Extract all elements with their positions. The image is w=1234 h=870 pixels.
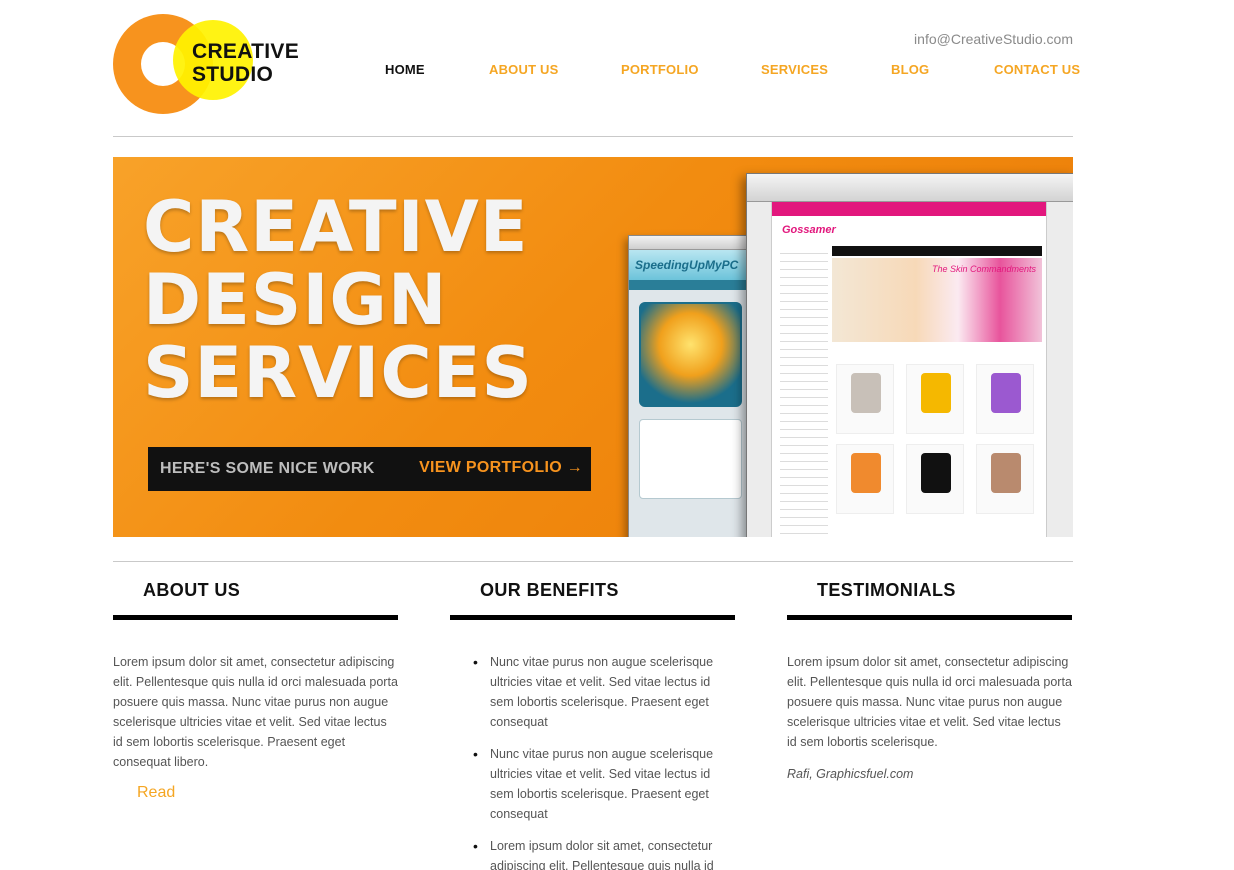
browser-toolbar: [629, 236, 752, 250]
testimonials-column: TESTIMONIALS Lorem ipsum dolor sit amet,…: [787, 580, 1072, 784]
view-portfolio-link[interactable]: VIEW PORTFOLIO →: [419, 459, 583, 477]
mock-shop-banner-text: The Skin Commandments: [931, 264, 1036, 274]
nav-item-about-us[interactable]: ABOUT US: [489, 62, 559, 77]
heading-underline: [450, 615, 735, 620]
about-us-column: ABOUT US Lorem ipsum dolor sit amet, con…: [113, 580, 398, 802]
header-divider: [113, 136, 1073, 137]
logo-text: CREATIVE STUDIO: [192, 40, 299, 86]
portfolio-screenshot-small: SpeedingUpMyPC: [628, 235, 753, 537]
hero-headline: CREATIVE DESIGN SERVICES: [143, 191, 533, 410]
main-nav: HOME ABOUT US PORTFOLIO SERVICES BLOG CO…: [385, 62, 1080, 78]
nav-item-blog[interactable]: BLOG: [891, 62, 929, 77]
logo-text-line2: STUDIO: [192, 63, 274, 86]
hero-headline-line2: DESIGN: [143, 259, 448, 341]
portfolio-screenshot-large: Gossamer The Skin Commandments: [746, 173, 1073, 537]
list-item: Nunc vitae purus non augue scelerisque u…: [473, 744, 735, 824]
testimonial-author: Rafi, Graphicsfuel.com: [787, 767, 914, 781]
mock-site-title: SpeedingUpMyPC: [629, 250, 752, 280]
hero-banner: CREATIVE DESIGN SERVICES HERE'S SOME NIC…: [113, 157, 1073, 537]
mock-product-grid: [836, 364, 1040, 534]
mock-shop-page: Gossamer The Skin Commandments: [771, 202, 1047, 537]
mock-shop-sidebar: [780, 246, 828, 536]
nav-item-contact-us[interactable]: CONTACT US: [994, 62, 1080, 77]
read-more-link[interactable]: Read: [137, 784, 398, 802]
mock-site-illustration: [639, 302, 742, 407]
mock-shop-brand: Gossamer: [782, 224, 836, 236]
list-item: Lorem ipsum dolor sit amet, consectetur …: [473, 836, 735, 870]
heading-underline: [787, 615, 1072, 620]
testimonials-heading: TESTIMONIALS: [817, 580, 956, 600]
hero-divider: [113, 561, 1073, 562]
mock-product: [836, 444, 894, 514]
mock-product: [976, 444, 1034, 514]
about-us-text: Lorem ipsum dolor sit amet, consectetur …: [113, 655, 398, 769]
logo-text-line1: CREATIVE: [192, 40, 300, 63]
hero-headline-line3: SERVICES: [143, 332, 533, 414]
browser-toolbar: [747, 174, 1073, 202]
testimonial-text: Lorem ipsum dolor sit amet, consectetur …: [787, 655, 1072, 749]
nav-item-portfolio[interactable]: PORTFOLIO: [621, 62, 699, 77]
mock-product: [906, 364, 964, 434]
heading-underline: [113, 615, 398, 620]
contact-email-link[interactable]: info@CreativeStudio.com: [914, 31, 1073, 47]
hero-cta-bar: HERE'S SOME NICE WORK VIEW PORTFOLIO →: [148, 447, 591, 491]
mock-site-form: [639, 419, 742, 499]
about-us-heading: ABOUT US: [143, 580, 241, 600]
hero-tagline: HERE'S SOME NICE WORK: [160, 460, 375, 477]
hero-headline-line1: CREATIVE: [143, 186, 529, 268]
our-benefits-column: OUR BENEFITS Nunc vitae purus non augue …: [450, 580, 735, 870]
mock-shop-menu: [832, 246, 1042, 256]
mock-product: [976, 364, 1034, 434]
mock-site-nav: [629, 280, 752, 290]
benefits-list: Nunc vitae purus non augue scelerisque u…: [450, 652, 735, 870]
mock-product: [836, 364, 894, 434]
mock-shop-banner: The Skin Commandments: [832, 258, 1042, 342]
logo[interactable]: CREATIVE STUDIO: [113, 14, 313, 114]
nav-item-services[interactable]: SERVICES: [761, 62, 828, 77]
mock-product: [906, 444, 964, 514]
our-benefits-heading: OUR BENEFITS: [480, 580, 619, 600]
nav-item-home[interactable]: HOME: [385, 62, 425, 77]
mock-shop-topbar: [772, 202, 1046, 216]
list-item: Nunc vitae purus non augue scelerisque u…: [473, 652, 735, 732]
